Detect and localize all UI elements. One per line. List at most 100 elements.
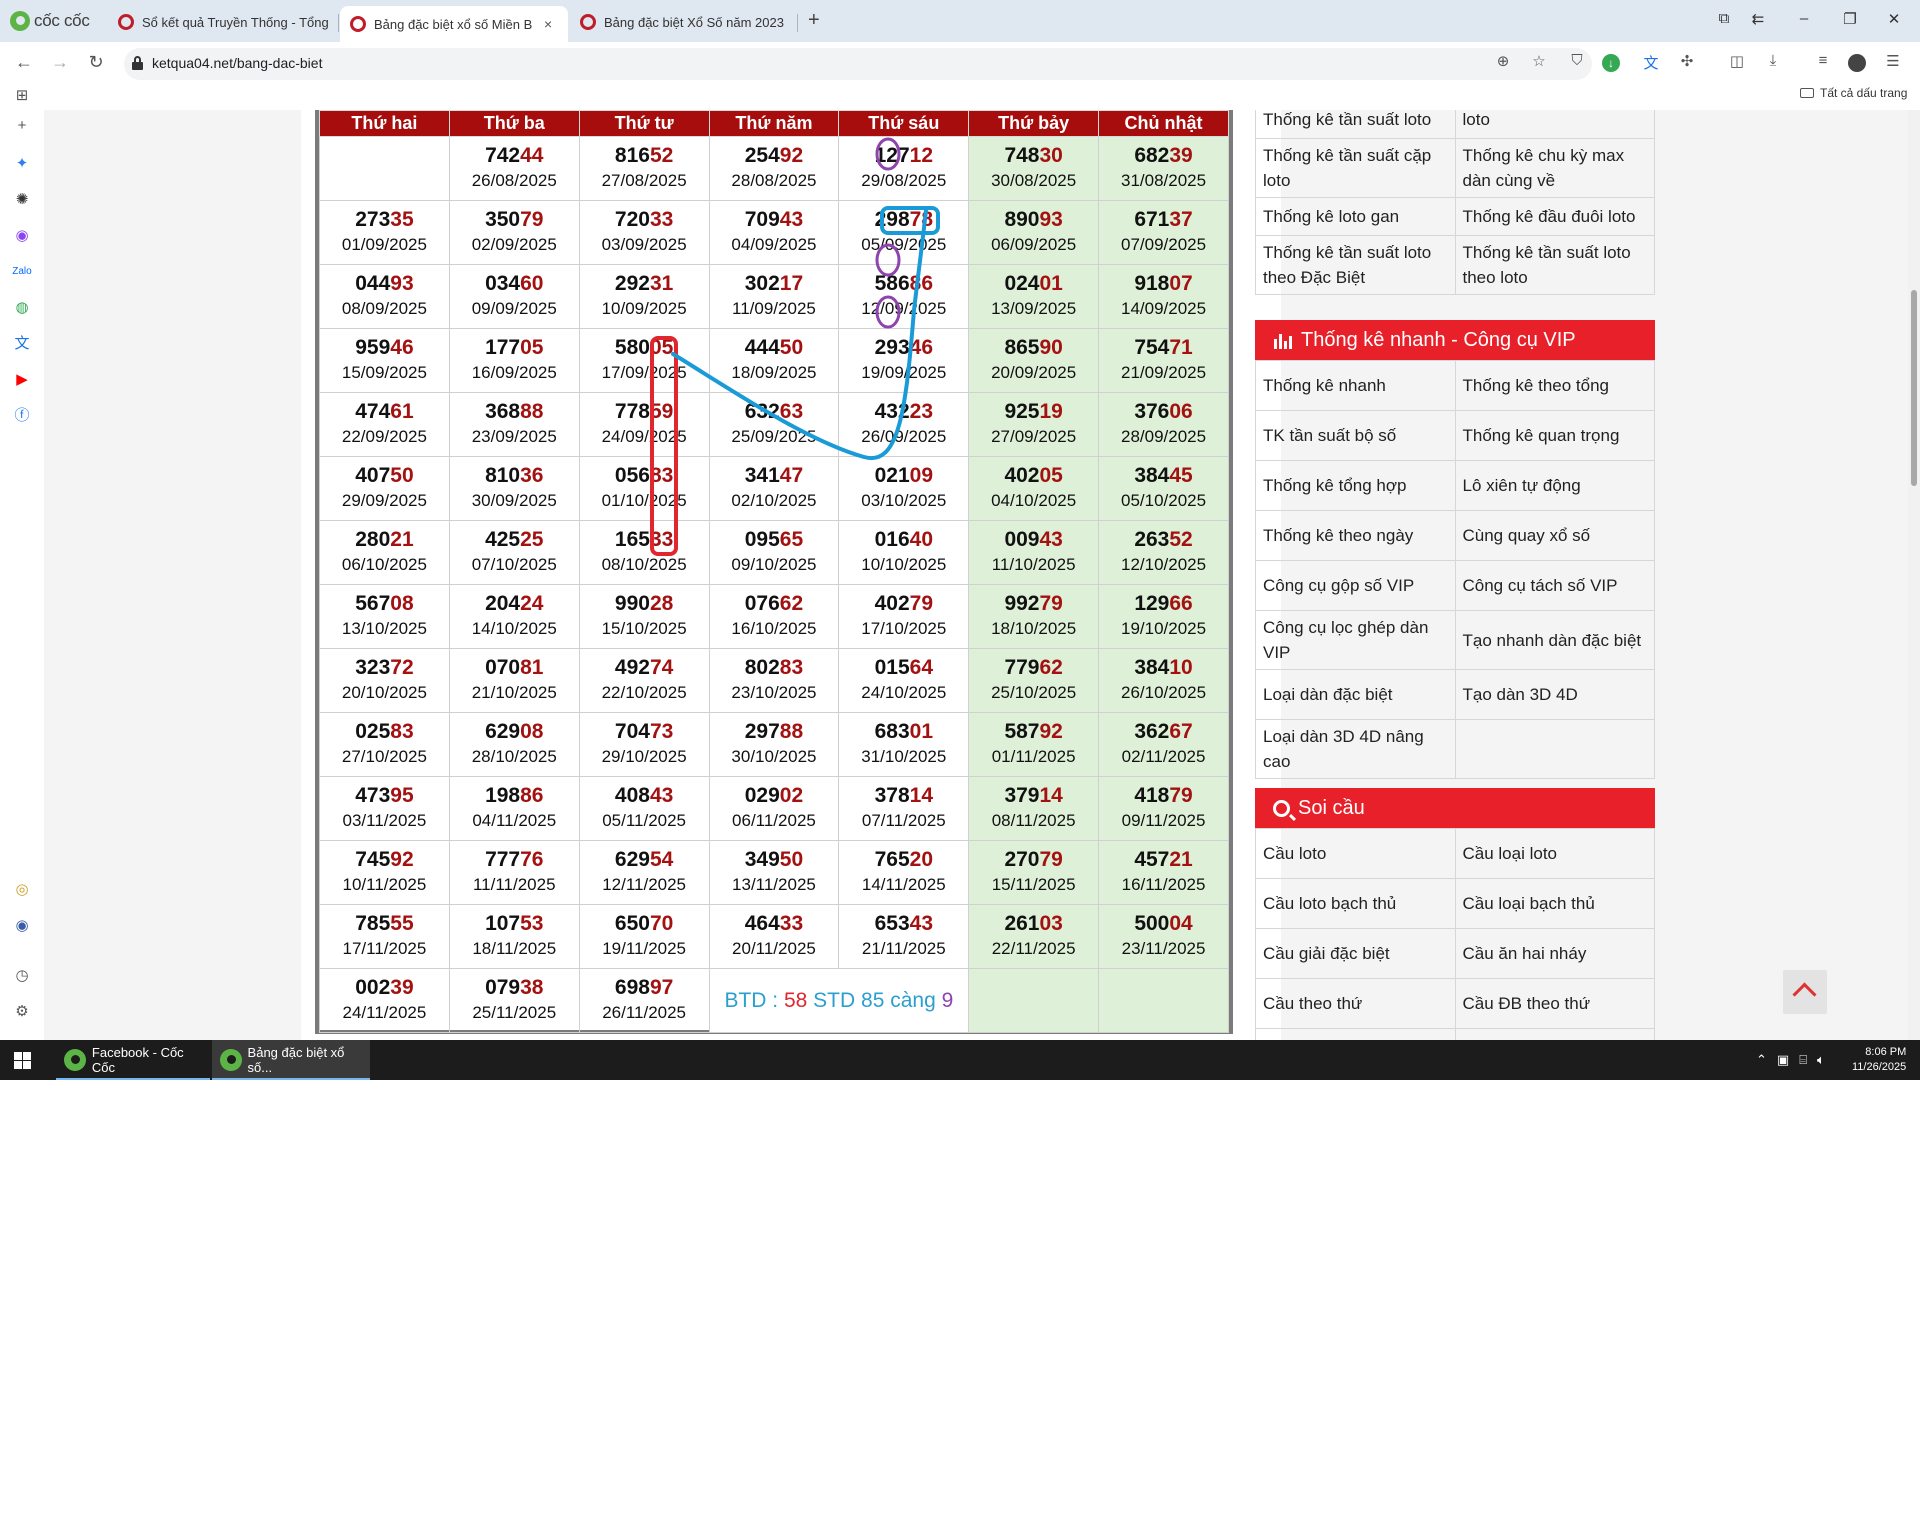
sidebar-link[interactable]: Thống kê đầu đuôi loto <box>1454 197 1655 236</box>
zoom-icon[interactable]: ⊕ <box>1492 52 1514 70</box>
tab-close-icon[interactable]: × <box>544 16 552 32</box>
tab-bang-dac-biet-2023[interactable]: Bảng đặc biệt Xổ Số năm 2023 <box>570 6 796 38</box>
scrollbar-thumb[interactable] <box>1911 290 1917 486</box>
sidebar-link[interactable]: Cầu giải đặc biệt <box>1255 928 1456 979</box>
tab-so-ket-qua[interactable]: Sổ kết quả Truyền Thống - Tổng <box>108 6 338 38</box>
number-tail: 93 <box>1039 208 1063 231</box>
sidebar-link[interactable]: Cầu loto bạch thủ <box>1255 878 1456 929</box>
number-head: 745 <box>355 848 391 871</box>
draw-date: 07/09/2025 <box>1120 235 1207 254</box>
address-bar[interactable]: ketqua04.net/bang-dac-biet <box>124 48 1592 80</box>
sidebar-link[interactable]: Thống kê nhanh <box>1255 360 1456 411</box>
extension-icon[interactable]: ◎ <box>12 880 32 900</box>
reload-icon[interactable]: ↻ <box>84 52 108 73</box>
tray-app-icon[interactable]: ▣ <box>1777 1052 1789 1068</box>
messenger-icon[interactable]: ◉ <box>12 226 32 246</box>
sidebar-link[interactable]: Công cụ gộp số VIP <box>1255 560 1456 611</box>
special-number: 70943 <box>710 207 839 232</box>
sidebar-link[interactable]: Loại dàn đặc biệt <box>1255 669 1456 720</box>
sidebar-toggle-icon[interactable]: ⇇ <box>1748 10 1768 28</box>
downloads-icon[interactable]: ⤓ <box>1762 52 1784 69</box>
new-tab-icon[interactable]: + <box>808 9 820 32</box>
settings-gear-icon[interactable]: ⚙ <box>12 1002 32 1022</box>
close-window-icon[interactable]: ✕ <box>1884 10 1904 28</box>
tab-bang-dac-biet-active[interactable]: Bảng đặc biệt xổ số Miền B × <box>340 6 568 42</box>
forward-icon[interactable]: → <box>48 52 72 73</box>
sidebar-link[interactable]: Thống kê tổng hợp <box>1255 460 1456 511</box>
draw-date: 30/09/2025 <box>471 491 557 510</box>
sidebar-link[interactable]: loto <box>1454 110 1655 139</box>
all-bookmarks-button[interactable]: Tất cả dấu trang <box>1800 86 1907 100</box>
network-icon[interactable]: ⌸ <box>1799 1052 1807 1068</box>
sidebar-link[interactable]: Công cụ tách số VIP <box>1454 560 1655 611</box>
sidebar-link[interactable]: Thống kê tần suất loto theo Đặc Biệt <box>1255 235 1456 295</box>
facebook-icon[interactable]: ⓕ <box>12 406 32 426</box>
sidebar-link[interactable]: Tạo dàn 3D 4D <box>1454 669 1655 720</box>
sidebar-link[interactable]: Cầu loto <box>1255 828 1456 879</box>
chatgpt-icon[interactable]: ✺ <box>12 190 32 210</box>
sidebar-link[interactable]: Thống kê theo ngày <box>1255 510 1456 561</box>
tab-search-icon[interactable]: ⧉ <box>1714 10 1734 27</box>
sidebar-link[interactable]: Cầu loại bạch thủ <box>1454 878 1655 929</box>
sidebar-link[interactable]: Thống kê tần suất cặp loto <box>1255 138 1456 198</box>
sidebar-link[interactable]: Thống kê tần suất loto <box>1255 110 1456 139</box>
lock-icon[interactable] <box>132 56 143 70</box>
download-green-icon[interactable]: ↓ <box>1602 54 1620 72</box>
sidebar-link[interactable]: Loại dàn 3D 4D nâng cao <box>1255 719 1456 779</box>
game-icon[interactable]: ◍ <box>12 298 32 318</box>
sidebar-link[interactable]: Cùng quay xổ số <box>1454 510 1655 561</box>
number-head: 586 <box>874 272 910 295</box>
tray-chevron-up-icon[interactable]: ⌃ <box>1756 1052 1767 1068</box>
sidebar-link[interactable]: Thống kê tần suất loto theo loto <box>1454 235 1655 295</box>
taskbar-app-bang-dac-biet[interactable]: Bảng đặc biệt xổ số... <box>212 1040 370 1080</box>
result-cell: 07081 21/10/2025 <box>448 648 580 713</box>
system-clock[interactable]: 8:06 PM 11/26/2025 <box>1852 1045 1906 1075</box>
extension-2-icon[interactable]: ◉ <box>12 916 32 936</box>
sidebar-link[interactable]: Thống kê chu kỳ max dàn cùng về <box>1454 138 1655 198</box>
btd-part: BTD : <box>724 988 784 1012</box>
sidebar-link[interactable]: Thống kê loto gan <box>1255 197 1456 236</box>
windows-start-icon[interactable] <box>14 1052 31 1069</box>
sidebar-link[interactable]: Thống kê quan trọng <box>1454 410 1655 461</box>
split-view-icon[interactable]: ◫ <box>1726 52 1748 70</box>
volume-icon[interactable]: 🔈︎ <box>1817 1052 1825 1068</box>
translate-side-icon[interactable]: 文 <box>12 334 32 354</box>
sidebar-link[interactable]: Cầu loại loto <box>1454 828 1655 879</box>
draw-date: 14/09/2025 <box>1120 299 1207 318</box>
sidebar-link[interactable]: TK tần suất bộ số <box>1255 410 1456 461</box>
restore-icon[interactable]: ❐ <box>1840 10 1860 28</box>
youtube-icon[interactable]: ▶ <box>12 370 32 390</box>
extensions-icon[interactable]: ✣ <box>1676 52 1698 70</box>
reading-list-icon[interactable]: ≡ <box>1812 52 1834 69</box>
browser-logo[interactable]: cốc cốc <box>10 10 90 32</box>
minimize-icon[interactable]: – <box>1794 10 1814 27</box>
sidebar-link[interactable]: Thống kê theo tổng <box>1454 360 1655 411</box>
back-icon[interactable]: ← <box>12 52 36 73</box>
special-number: 77962 <box>969 655 1098 680</box>
profile-avatar[interactable] <box>1848 54 1866 72</box>
gemini-icon[interactable]: ✦ <box>12 154 32 174</box>
draw-date: 27/09/2025 <box>991 427 1077 446</box>
number-head: 034 <box>485 272 521 295</box>
sidebar-link[interactable]: Cầu ăn hai nháy <box>1454 928 1655 979</box>
taskbar-app-facebook[interactable]: Facebook - Cốc Cốc <box>56 1040 210 1080</box>
sidebar-link[interactable]: Công cụ lọc ghép dàn VIP <box>1255 610 1456 670</box>
draw-date: 13/10/2025 <box>341 619 427 638</box>
add-icon[interactable]: + <box>12 116 32 136</box>
sidebar-link[interactable]: Cầu ĐB theo thứ <box>1454 978 1655 1029</box>
page-scrollbar[interactable] <box>1908 110 1920 1040</box>
history-icon[interactable]: ◷ <box>12 966 32 986</box>
menu-icon[interactable]: ☰ <box>1882 52 1904 70</box>
sidebar-link[interactable]: Cầu theo thứ <box>1255 978 1456 1029</box>
url-text[interactable]: ketqua04.net/bang-dac-biet <box>152 55 322 71</box>
shield-icon[interactable]: ⛉ <box>1566 52 1588 69</box>
translate-icon[interactable]: 文 <box>1640 52 1662 73</box>
draw-date: 21/11/2025 <box>861 939 946 958</box>
number-tail: 39 <box>1169 144 1193 167</box>
apps-grid-icon[interactable]: ⊞ <box>12 86 32 106</box>
back-to-top-button[interactable] <box>1783 970 1827 1014</box>
sidebar-link[interactable]: Tạo nhanh dàn đặc biệt <box>1454 610 1655 670</box>
sidebar-link[interactable]: Lô xiên tự động <box>1454 460 1655 511</box>
bookmark-star-icon[interactable]: ☆ <box>1528 52 1550 70</box>
zalo-icon[interactable]: Zalo <box>12 262 32 282</box>
